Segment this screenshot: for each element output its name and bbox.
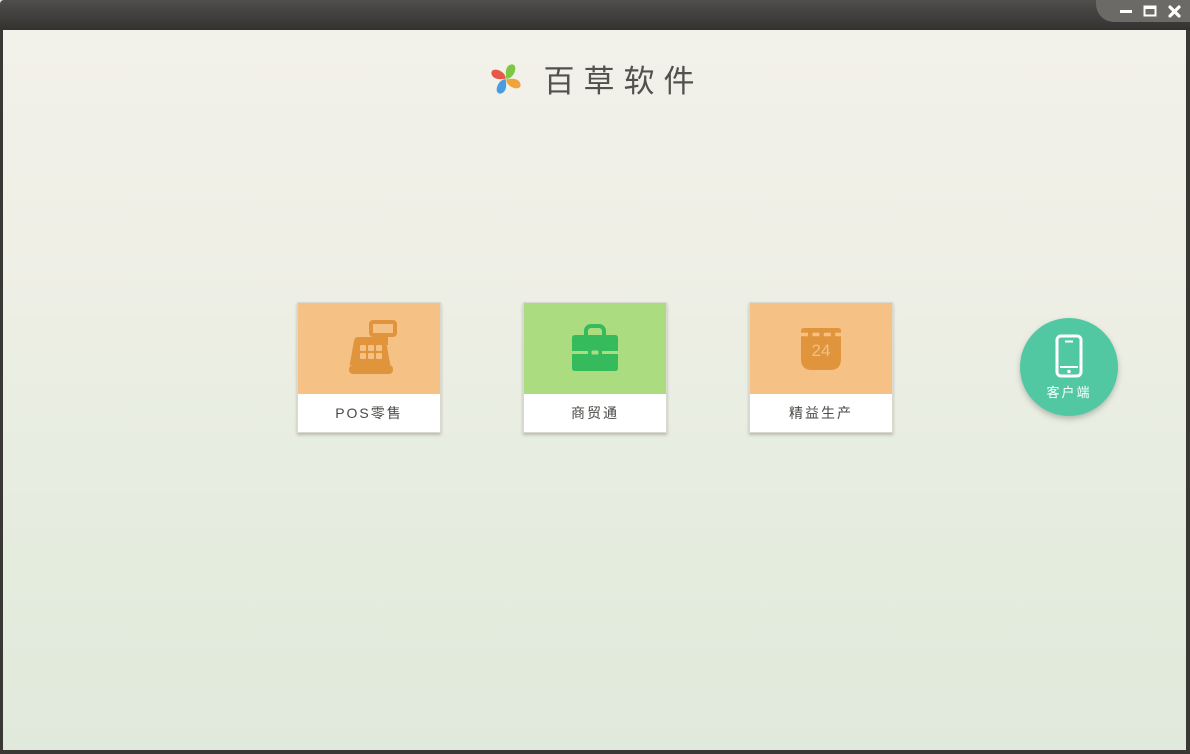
- app-header: 百草软件: [3, 56, 1186, 101]
- app-card-pos-retail[interactable]: POS零售: [297, 302, 441, 433]
- app-window: 百草软件 POS零售 商贸通 24 精益生产 客户端: [0, 0, 1190, 754]
- app-card-trade[interactable]: 商贸通: [523, 302, 667, 433]
- pinwheel-logo-icon: [490, 63, 521, 94]
- minimize-icon: [1120, 10, 1132, 13]
- app-card-lean-production[interactable]: 24 精益生产: [749, 302, 893, 433]
- app-title: 百草软件: [543, 64, 704, 100]
- window-frame-bottom: [0, 750, 1190, 754]
- window-controls: [1096, 0, 1190, 22]
- smartphone-icon: [1055, 334, 1083, 377]
- client-app-button[interactable]: 客户端: [1020, 318, 1118, 416]
- card-icon-area: [298, 303, 440, 394]
- card-icon-area: 24: [750, 303, 892, 394]
- main-content: 百草软件 POS零售 商贸通 24 精益生产 客户端: [3, 30, 1186, 750]
- calendar-day-number: 24: [812, 341, 831, 360]
- maximize-button[interactable]: [1143, 4, 1157, 18]
- title-bar[interactable]: [0, 0, 1190, 30]
- briefcase-icon: [572, 323, 618, 371]
- minimize-button[interactable]: [1119, 4, 1133, 18]
- card-icon-area: [524, 303, 666, 394]
- close-button[interactable]: [1167, 4, 1181, 18]
- calendar-icon: 24: [801, 327, 841, 370]
- card-label: 商贸通: [524, 394, 666, 432]
- close-icon: [1167, 4, 1181, 18]
- window-frame-right: [1186, 30, 1190, 754]
- card-label: POS零售: [298, 394, 440, 432]
- client-badge-label: 客户端: [1046, 384, 1092, 400]
- card-label: 精益生产: [750, 394, 892, 432]
- cash-register-icon: [349, 319, 397, 374]
- maximize-icon: [1143, 5, 1157, 17]
